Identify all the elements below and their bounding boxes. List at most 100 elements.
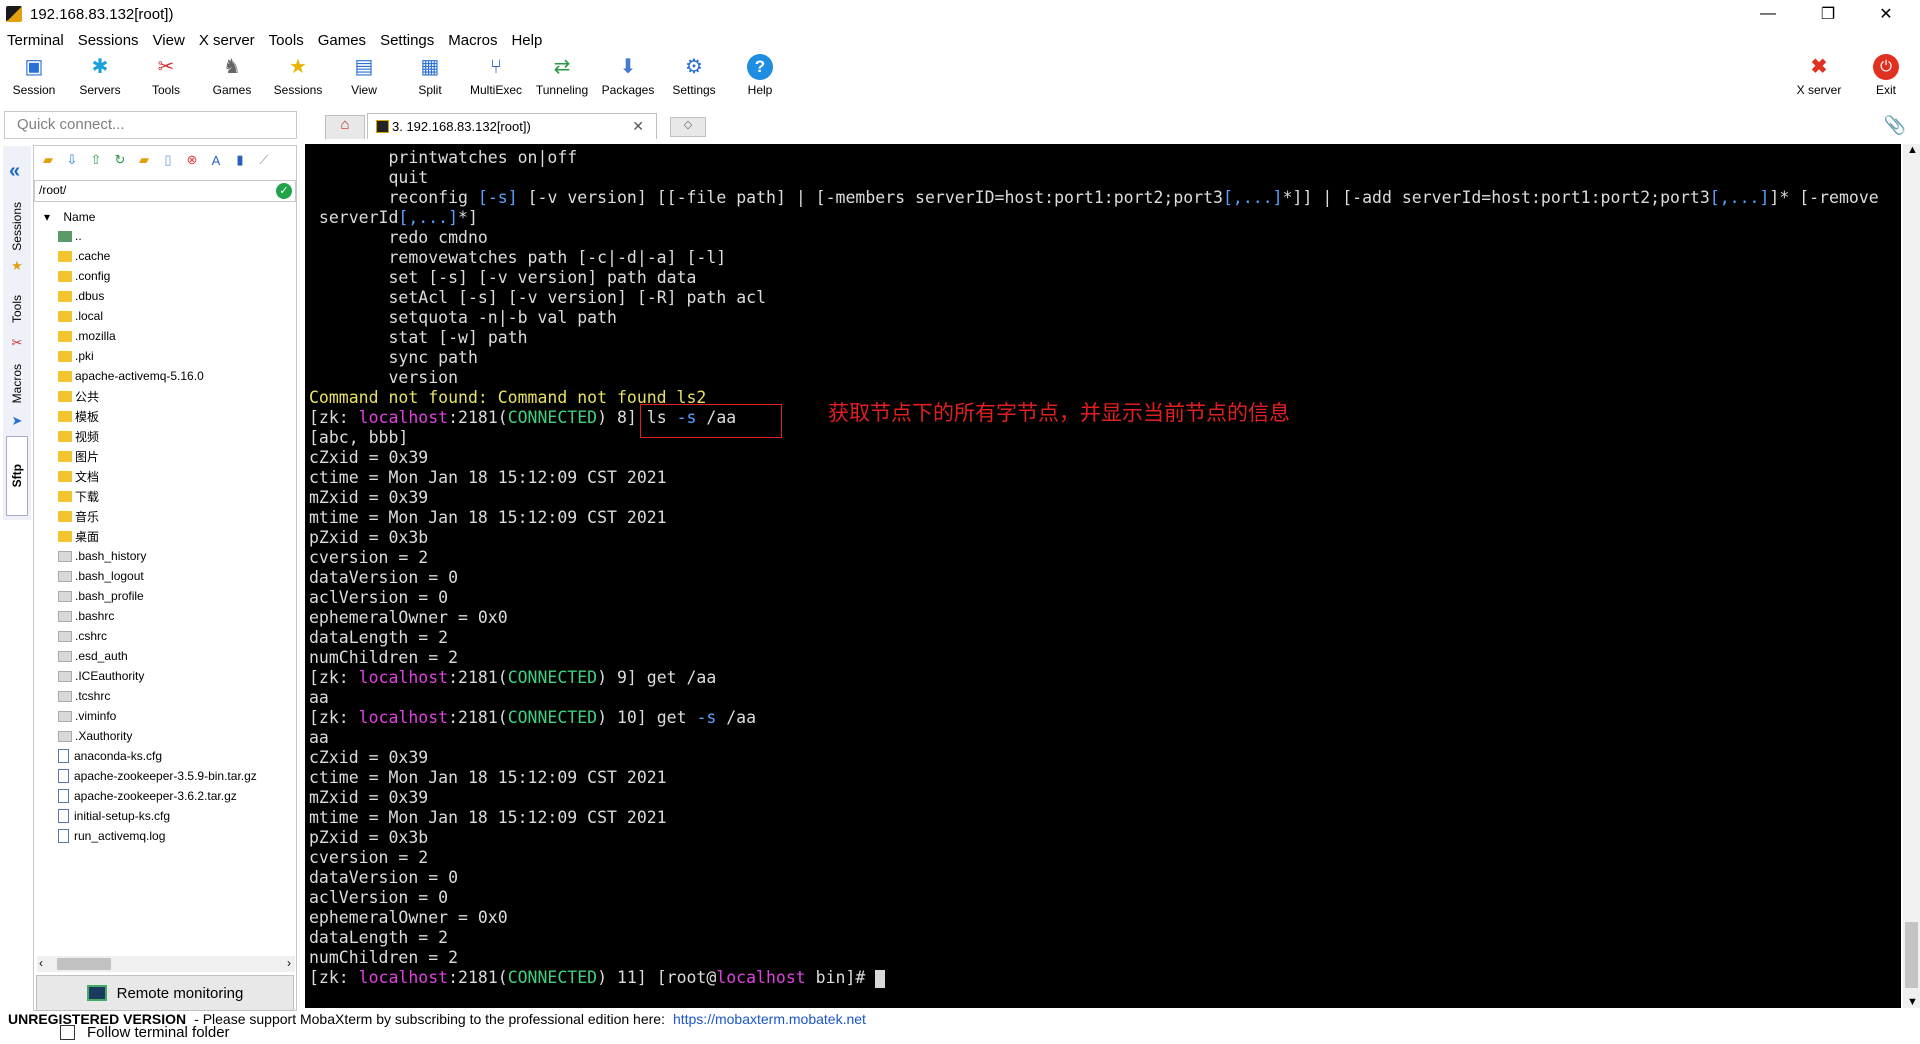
new-file-icon[interactable]: ▯ — [158, 151, 178, 169]
new-folder-icon[interactable]: ▰ — [134, 151, 154, 169]
horizontal-scroll-thumb[interactable] — [57, 958, 111, 970]
parent-folder-icon[interactable]: ▰ — [38, 151, 58, 169]
rename-icon[interactable]: A — [206, 151, 226, 169]
file-list-item[interactable]: apache-activemq-5.16.0 — [56, 366, 204, 386]
settings-button[interactable]: ⚙ Settings — [661, 54, 727, 106]
terminal-line: stat [-w] path — [309, 328, 528, 347]
file-list-item[interactable]: initial-setup-ks.cfg — [56, 806, 170, 826]
file-list-item[interactable]: apache-zookeeper-3.5.9-bin.tar.gz — [56, 766, 257, 786]
terminal-scrollbar[interactable]: ▲ ▼ — [1903, 144, 1920, 1008]
edit-icon[interactable]: ⟋ — [254, 151, 274, 169]
terminal-output[interactable]: printwatches on|off quit reconfig [-s] [… — [305, 144, 1901, 1008]
menu-games[interactable]: Games — [311, 32, 373, 49]
tunneling-button[interactable]: ⇄ Tunneling — [529, 54, 595, 106]
attachment-icon[interactable]: 📎 — [1884, 115, 1906, 136]
file-list-item[interactable]: .pki — [56, 346, 94, 366]
file-list-item[interactable]: .cache — [56, 246, 110, 266]
menu-terminal[interactable]: Terminal — [0, 32, 71, 49]
properties-icon[interactable]: ▮ — [230, 151, 250, 169]
file-list-item[interactable]: run_activemq.log — [56, 826, 165, 846]
quick-connect-input[interactable]: Quick connect... — [4, 111, 297, 139]
terminal-line: ctime = Mon Jan 18 15:12:09 CST 2021 — [309, 468, 667, 487]
menu-bar: Terminal Sessions View X server Tools Games Se… — [0, 28, 549, 52]
scroll-down-icon[interactable]: ▼ — [1907, 996, 1918, 1008]
file-list-item[interactable]: .bashrc — [56, 606, 114, 626]
menu-macros[interactable]: Macros — [441, 32, 504, 49]
scroll-up-icon[interactable]: ▲ — [1907, 144, 1918, 156]
sftp-path-input[interactable]: /root/ ✓ — [34, 180, 296, 202]
split-button[interactable]: ▦ Split — [397, 54, 463, 106]
file-list-item[interactable]: .config — [56, 266, 110, 286]
file-list-item[interactable]: .tcshrc — [56, 686, 110, 706]
file-list-item[interactable]: anaconda-ks.cfg — [56, 746, 162, 766]
menu-sessions[interactable]: Sessions — [71, 32, 146, 49]
scroll-right-icon[interactable]: › — [287, 956, 291, 970]
games-button[interactable]: ♞ Games — [199, 54, 265, 106]
toolbar-label: Settings — [672, 83, 716, 97]
collapse-sidebar-icon[interactable]: « — [9, 160, 20, 183]
file-list-item[interactable]: 公共 — [56, 386, 99, 406]
minimize-button[interactable]: — — [1740, 0, 1796, 28]
delete-icon[interactable]: ⊗ — [182, 151, 202, 169]
file-list-item[interactable]: .viminfo — [56, 706, 116, 726]
packages-button[interactable]: ⬇ Packages — [595, 54, 661, 106]
sessions-button[interactable]: ★ Sessions — [265, 54, 331, 106]
menu-tools[interactable]: Tools — [262, 32, 311, 49]
terminal-line: [abc, bbb] — [309, 428, 409, 447]
help-button[interactable]: ? Help — [727, 54, 793, 106]
download-icon[interactable]: ⇩ — [62, 151, 82, 169]
file-list-item[interactable]: .local — [56, 306, 103, 326]
file-list-item[interactable]: .dbus — [56, 286, 104, 306]
file-list-item[interactable]: .bash_logout — [56, 566, 144, 586]
file-list-item[interactable]: 视频 — [56, 426, 99, 446]
new-tab-button[interactable]: ◇ — [670, 117, 706, 137]
terminal-scroll-thumb[interactable] — [1905, 922, 1918, 988]
name-column-header[interactable]: ▾ Name — [44, 210, 95, 224]
file-name: .pki — [75, 349, 94, 363]
file-list-item[interactable]: 桌面 — [56, 526, 99, 546]
menu-settings[interactable]: Settings — [373, 32, 441, 49]
remote-monitoring-button[interactable]: Remote monitoring — [36, 975, 294, 1011]
file-list-item[interactable]: .cshrc — [56, 626, 107, 646]
menu-x-server[interactable]: X server — [192, 32, 262, 49]
horizontal-scrollbar[interactable]: ‹ › — [37, 956, 295, 972]
xserver-button[interactable]: ✖ X server — [1786, 54, 1852, 106]
mobatek-link[interactable]: https://mobaxterm.mobatek.net — [673, 1011, 866, 1027]
file-list-item[interactable]: .mozilla — [56, 326, 116, 346]
file-list-item[interactable]: .bash_history — [56, 546, 146, 566]
session-button[interactable]: ▣ Session — [1, 54, 67, 106]
file-list-item[interactable]: .. — [56, 226, 82, 246]
file-list-item[interactable]: apache-zookeeper-3.6.2.tar.gz — [56, 786, 237, 806]
terminal-line: cZxid = 0x39 — [309, 748, 429, 767]
menu-view[interactable]: View — [146, 32, 192, 49]
file-list-item[interactable]: .bash_profile — [56, 586, 144, 606]
refresh-icon[interactable]: ↻ — [110, 151, 130, 169]
file-name: apache-zookeeper-3.6.2.tar.gz — [74, 789, 237, 803]
file-list-item[interactable]: 音乐 — [56, 506, 99, 526]
side-tab-sessions[interactable]: Sessions — [6, 196, 28, 256]
close-button[interactable]: ✕ — [1858, 0, 1914, 28]
file-list-item[interactable]: .ICEauthority — [56, 666, 144, 686]
view-button[interactable]: ▤ View — [331, 54, 397, 106]
terminal-line: dataLength = 2 — [309, 628, 449, 647]
home-tab[interactable]: ⌂ — [325, 115, 365, 139]
file-list-item[interactable]: 文档 — [56, 466, 99, 486]
file-list-item[interactable]: 模板 — [56, 406, 99, 426]
exit-button[interactable]: ⏻ Exit — [1853, 54, 1919, 106]
file-list-item[interactable]: .esd_auth — [56, 646, 128, 666]
file-list-item[interactable]: 图片 — [56, 446, 99, 466]
side-tab-tools[interactable]: Tools — [6, 286, 28, 332]
tab-session-3[interactable]: 3. 192.168.83.132[root]) ✕ — [367, 113, 657, 139]
multiexec-button[interactable]: ⑂ MultiExec — [463, 54, 529, 106]
tab-close-icon[interactable]: ✕ — [632, 118, 644, 135]
file-list-item[interactable]: .Xauthority — [56, 726, 132, 746]
restore-button[interactable]: ❐ — [1800, 0, 1856, 28]
file-list-item[interactable]: 下载 — [56, 486, 99, 506]
scroll-left-icon[interactable]: ‹ — [39, 956, 43, 970]
servers-button[interactable]: ✱ Servers — [67, 54, 133, 106]
side-tab-macros[interactable]: Macros — [6, 358, 28, 410]
side-tab-sftp[interactable]: Sftp — [6, 436, 28, 516]
tools-button[interactable]: ✂ Tools — [133, 54, 199, 106]
upload-icon[interactable]: ⇧ — [86, 151, 106, 169]
menu-help[interactable]: Help — [504, 32, 549, 49]
